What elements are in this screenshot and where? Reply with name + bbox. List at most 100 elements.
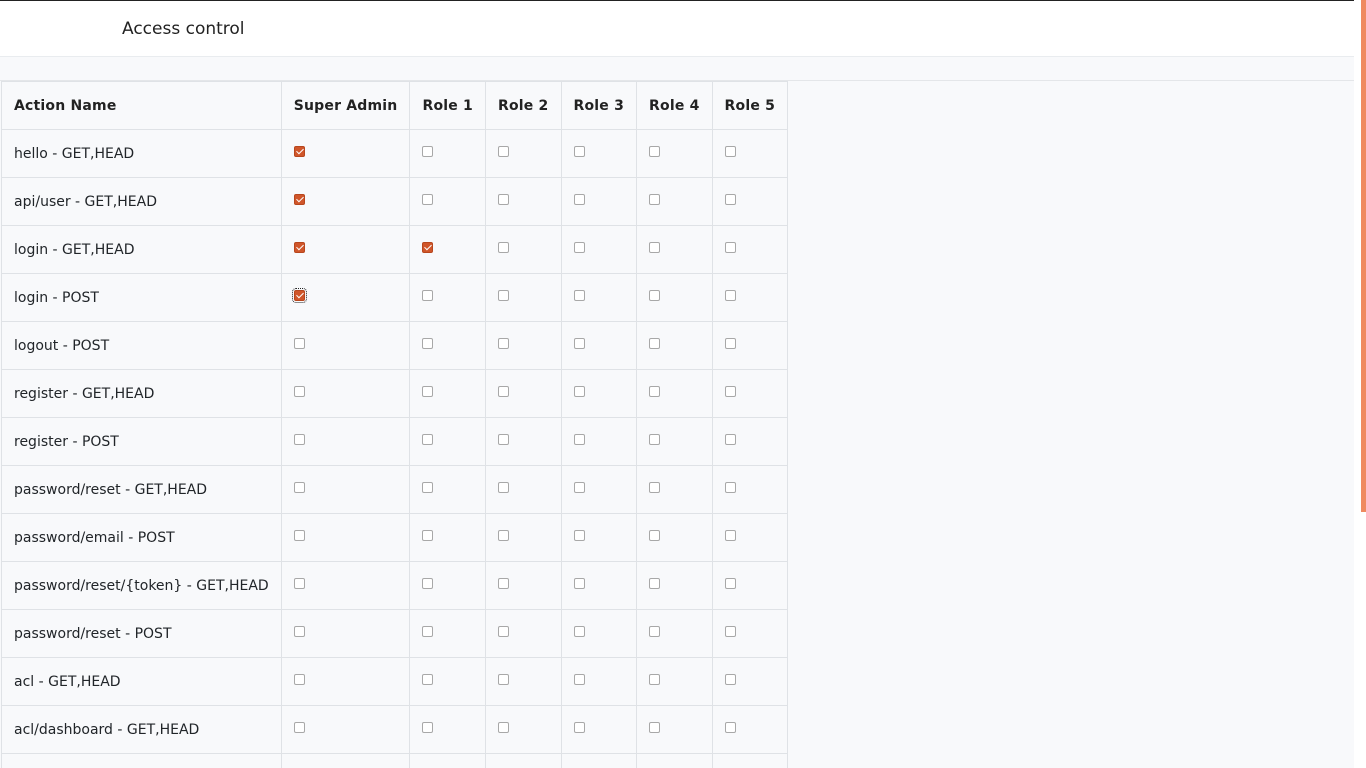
permission-checkbox-role-5[interactable] xyxy=(724,578,736,589)
permission-checkbox-super-admin[interactable] xyxy=(293,626,305,637)
permission-checkbox-super-admin[interactable] xyxy=(293,482,305,493)
permission-checkbox-role-2[interactable] xyxy=(497,530,509,541)
permission-checkbox-role-5[interactable] xyxy=(724,194,736,205)
scrollbar-thumb[interactable] xyxy=(1361,0,1366,512)
permission-checkbox-super-admin[interactable] xyxy=(293,146,305,157)
permission-checkbox-role-2[interactable] xyxy=(497,146,509,157)
permission-checkbox-role-3[interactable] xyxy=(573,722,585,733)
permission-checkbox-role-4[interactable] xyxy=(649,242,661,253)
permission-checkbox-role-1[interactable] xyxy=(422,578,434,589)
permission-cell xyxy=(560,513,638,562)
permission-checkbox-super-admin[interactable] xyxy=(293,530,305,541)
permission-checkbox-role-3[interactable] xyxy=(573,338,585,349)
permission-checkbox-role-4[interactable] xyxy=(649,530,661,541)
permission-checkbox-role-1[interactable] xyxy=(422,194,434,205)
permission-checkbox-role-2[interactable] xyxy=(497,386,509,397)
permission-checkbox-super-admin[interactable] xyxy=(293,194,305,205)
permission-cell xyxy=(409,129,486,178)
permission-checkbox-role-2[interactable] xyxy=(497,290,509,301)
permission-checkbox-role-2[interactable] xyxy=(497,626,509,637)
permission-checkbox-role-2[interactable] xyxy=(497,722,509,733)
permission-checkbox-role-2[interactable] xyxy=(497,194,509,205)
permission-checkbox-role-4[interactable] xyxy=(649,626,661,637)
permission-checkbox-role-5[interactable] xyxy=(724,530,736,541)
permission-cell xyxy=(280,561,411,610)
permission-checkbox-role-1[interactable] xyxy=(422,530,434,541)
permission-checkbox-role-1[interactable] xyxy=(422,722,434,733)
permission-checkbox-role-2[interactable] xyxy=(497,242,509,253)
permission-checkbox-role-5[interactable] xyxy=(724,338,736,349)
permission-checkbox-role-1[interactable] xyxy=(422,386,434,397)
permission-checkbox-super-admin[interactable] xyxy=(293,242,305,253)
permission-checkbox-role-3[interactable] xyxy=(573,194,585,205)
permission-checkbox-role-1[interactable] xyxy=(422,482,434,493)
permission-checkbox-role-5[interactable] xyxy=(724,434,736,445)
action-name-cell: login - POST xyxy=(1,273,282,322)
permission-checkbox-role-4[interactable] xyxy=(649,386,661,397)
permission-checkbox-role-4[interactable] xyxy=(649,338,661,349)
permission-checkbox-super-admin[interactable] xyxy=(293,674,305,685)
page-title: Access control xyxy=(122,19,245,39)
permission-checkbox-role-3[interactable] xyxy=(573,530,585,541)
column-header-role-2: Role 2 xyxy=(484,81,562,130)
permission-cell xyxy=(711,417,789,466)
permission-checkbox-role-5[interactable] xyxy=(724,722,736,733)
permission-checkbox-role-4[interactable] xyxy=(649,194,661,205)
permission-checkbox-role-4[interactable] xyxy=(649,434,661,445)
permission-checkbox-role-5[interactable] xyxy=(724,290,736,301)
permission-checkbox-role-4[interactable] xyxy=(649,290,661,301)
permission-checkbox-role-5[interactable] xyxy=(724,386,736,397)
permission-checkbox-role-3[interactable] xyxy=(573,386,585,397)
permission-checkbox-role-3[interactable] xyxy=(573,146,585,157)
permission-checkbox-role-1[interactable] xyxy=(422,146,434,157)
permission-cell xyxy=(560,609,638,658)
permission-checkbox-role-1[interactable] xyxy=(422,434,434,445)
permission-checkbox-role-5[interactable] xyxy=(724,146,736,157)
permission-cell xyxy=(636,609,713,658)
permission-checkbox-super-admin[interactable] xyxy=(291,288,307,303)
permission-checkbox-super-admin[interactable] xyxy=(293,578,305,589)
permission-cell xyxy=(409,705,486,754)
permission-checkbox-role-4[interactable] xyxy=(649,578,661,589)
permission-checkbox-role-3[interactable] xyxy=(573,242,585,253)
action-name-cell: register - POST xyxy=(1,417,282,466)
permission-checkbox-role-3[interactable] xyxy=(573,626,585,637)
permission-checkbox-role-1[interactable] xyxy=(422,242,434,253)
permission-checkbox-role-4[interactable] xyxy=(649,146,661,157)
permission-checkbox-role-3[interactable] xyxy=(573,434,585,445)
permission-checkbox-role-1[interactable] xyxy=(422,626,434,637)
permission-cell xyxy=(711,129,789,178)
permission-checkbox-role-4[interactable] xyxy=(649,674,661,685)
permission-checkbox-role-1[interactable] xyxy=(422,338,434,349)
permission-checkbox-super-admin[interactable] xyxy=(293,722,305,733)
permission-checkbox-role-5[interactable] xyxy=(724,482,736,493)
permission-checkbox-super-admin[interactable] xyxy=(293,386,305,397)
permission-checkbox-role-5[interactable] xyxy=(724,242,736,253)
permission-checkbox-role-3[interactable] xyxy=(573,674,585,685)
permission-checkbox-role-4[interactable] xyxy=(649,482,661,493)
permission-checkbox-role-2[interactable] xyxy=(497,482,509,493)
main-content: Action Name Super Admin Role 1 Role 2 Ro… xyxy=(0,57,1354,768)
permission-checkbox-role-2[interactable] xyxy=(497,578,509,589)
permission-checkbox-role-2[interactable] xyxy=(497,434,509,445)
permission-checkbox-role-4[interactable] xyxy=(649,722,661,733)
permission-checkbox-role-3[interactable] xyxy=(573,578,585,589)
table-row: login - GET,HEAD xyxy=(1,225,789,274)
permission-cell xyxy=(711,705,789,754)
permission-checkbox-super-admin[interactable] xyxy=(293,338,305,349)
permission-checkbox-role-2[interactable] xyxy=(497,338,509,349)
permission-checkbox-role-3[interactable] xyxy=(573,290,585,301)
permission-checkbox-super-admin[interactable] xyxy=(293,434,305,445)
permission-checkbox-role-1[interactable] xyxy=(422,290,434,301)
permission-checkbox-role-2[interactable] xyxy=(497,674,509,685)
permission-checkbox-role-3[interactable] xyxy=(573,482,585,493)
action-name-cell: password/email - POST xyxy=(1,513,282,562)
permission-checkbox-role-5[interactable] xyxy=(724,674,736,685)
permission-checkbox-role-1[interactable] xyxy=(422,674,434,685)
permission-cell xyxy=(280,465,411,514)
permission-checkbox-role-5[interactable] xyxy=(724,626,736,637)
permission-cell xyxy=(636,177,713,226)
permission-cell xyxy=(280,225,411,274)
permission-cell xyxy=(409,561,486,610)
permission-cell xyxy=(711,465,789,514)
